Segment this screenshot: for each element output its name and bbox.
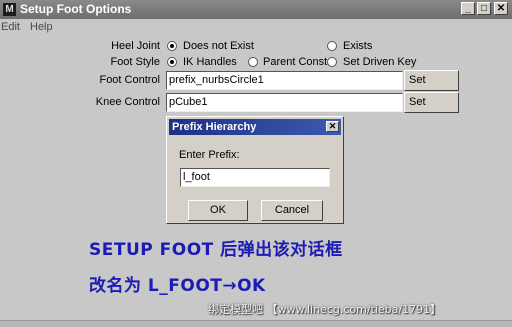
ik-handles-label: IK Handles <box>183 56 237 68</box>
set-driven-key-label: Set Driven Key <box>343 56 417 68</box>
prefix-hierarchy-dialog: Prefix Hierarchy ✕ Enter Prefix: l_foot … <box>166 116 344 224</box>
ok-button[interactable]: OK <box>188 200 248 221</box>
maya-icon: M <box>3 3 16 16</box>
close-button[interactable]: ✕ <box>494 2 508 15</box>
foot-control-label: Foot Control <box>99 74 160 86</box>
dialog-title: Prefix Hierarchy <box>172 121 257 133</box>
set-driven-key-radio[interactable] <box>327 57 337 67</box>
parent-const-label: Parent Const <box>263 56 328 68</box>
foot-style-label: Foot Style <box>110 56 160 68</box>
watermark: 绑定模型吧 【www.linecg.com/tieba/1791】 <box>208 303 442 316</box>
foot-control-set-button[interactable]: Set <box>404 70 459 91</box>
ik-handles-radio[interactable] <box>167 57 177 67</box>
prefix-input[interactable]: l_foot <box>180 168 330 187</box>
title-bar: M Setup Foot Options _ □ ✕ <box>0 0 512 19</box>
dialog-close-button[interactable]: ✕ <box>326 121 339 132</box>
knee-control-set-button[interactable]: Set <box>404 92 459 113</box>
heel-does-not-exist-label: Does not Exist <box>183 40 254 52</box>
heel-does-not-exist-radio[interactable] <box>167 41 177 51</box>
menu-edit[interactable]: Edit <box>1 21 20 33</box>
window-title: Setup Foot Options <box>20 2 132 16</box>
maximize-button[interactable]: □ <box>477 2 491 15</box>
parent-const-radio[interactable] <box>248 57 258 67</box>
knee-control-field[interactable]: pCube1 <box>166 93 403 112</box>
heel-joint-label: Heel Joint <box>111 40 160 52</box>
cancel-button[interactable]: Cancel <box>261 200 323 221</box>
annotation-line-2: 改名为 L_FOOT→OK <box>89 276 266 296</box>
menu-bar: Edit Help <box>0 19 512 36</box>
minimize-button[interactable]: _ <box>461 2 475 15</box>
foot-control-field[interactable]: prefix_nurbsCircle1 <box>166 71 403 90</box>
heel-exists-label: Exists <box>343 40 373 52</box>
dialog-title-bar: Prefix Hierarchy ✕ <box>169 119 341 135</box>
menu-help[interactable]: Help <box>30 21 53 33</box>
prefix-prompt: Enter Prefix: <box>179 149 240 161</box>
heel-exists-radio[interactable] <box>327 41 337 51</box>
annotation-line-1: SETUP FOOT 后弹出该对话框 <box>89 240 343 260</box>
knee-control-label: Knee Control <box>95 96 160 108</box>
